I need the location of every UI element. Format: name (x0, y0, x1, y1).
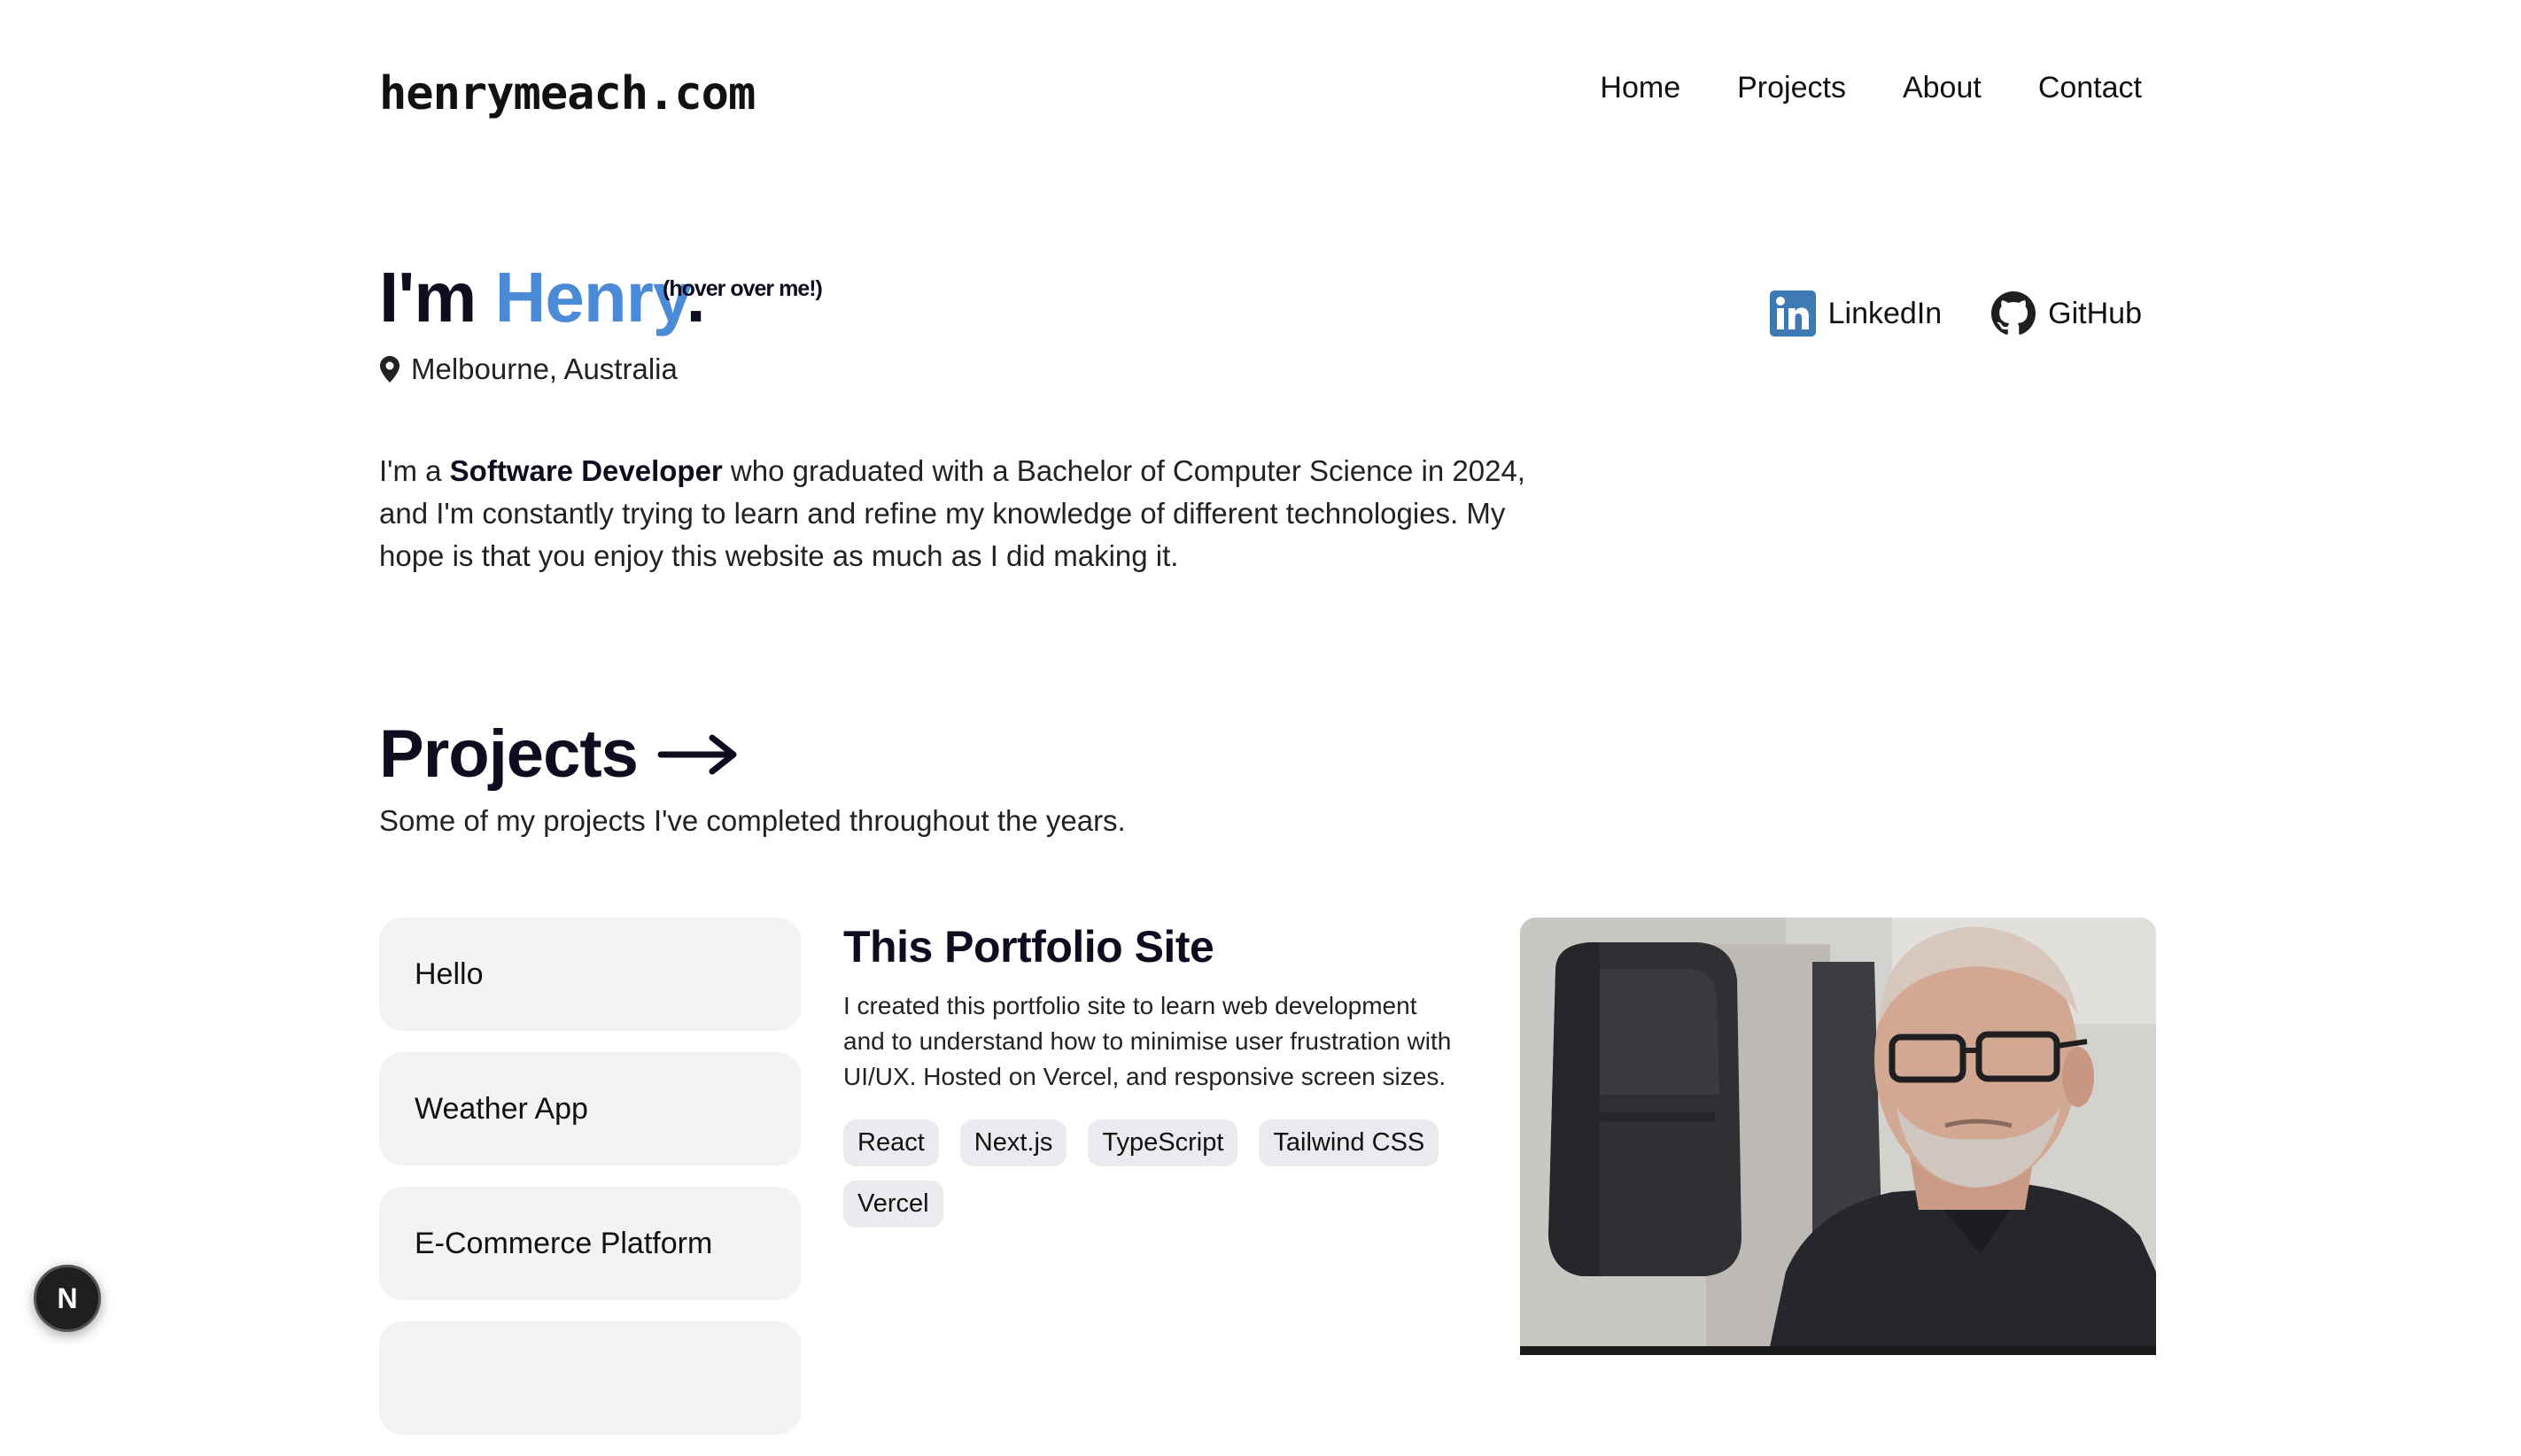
projects-heading[interactable]: Projects (379, 716, 739, 793)
hover-note: (hover over me!) (663, 276, 823, 301)
nav-projects[interactable]: Projects (1737, 71, 1846, 105)
project-detail-description: I created this portfolio site to learn w… (843, 992, 1452, 1090)
bio-paragraph: I'm a Software Developer who graduated w… (379, 450, 1575, 577)
tag-typescript: TypeScript (1088, 1119, 1238, 1166)
project-detail: This Portfolio Site I created this portf… (843, 921, 1463, 1228)
location-text: Melbourne, Australia (411, 352, 678, 385)
project-item-partial[interactable] (379, 1321, 801, 1435)
social-links: LinkedIn GitHub (1769, 290, 2142, 337)
project-item-e-commerce-platform[interactable]: E-Commerce Platform (379, 1187, 801, 1300)
nextjs-badge-icon[interactable]: N (34, 1265, 101, 1332)
nav-about[interactable]: About (1903, 71, 1982, 105)
linkedin-label: LinkedIn (1827, 296, 1943, 330)
arrow-right-icon (657, 732, 739, 777)
site-logo[interactable]: henrymeach.com (379, 67, 756, 120)
nav-home[interactable]: Home (1600, 71, 1680, 105)
github-link[interactable]: GitHub (1991, 291, 2142, 336)
project-preview-image (1520, 918, 2156, 1355)
tech-tags: React Next.js TypeScript Tailwind CSS Ve… (843, 1119, 1463, 1228)
tag-vercel: Vercel (843, 1181, 943, 1228)
tag-tailwind-css: Tailwind CSS (1259, 1119, 1439, 1166)
github-icon (1991, 291, 2036, 336)
projects-heading-text: Projects (379, 716, 639, 792)
intro-section: I'm Henry. (hover over me!) Melbourne, Au… (379, 262, 1619, 386)
intro-heading[interactable]: I'm Henry. (hover over me!) (379, 262, 823, 333)
project-item-weather-app[interactable]: Weather App (379, 1052, 801, 1166)
project-detail-title: This Portfolio Site (843, 922, 1214, 972)
bio-role: Software Developer (449, 454, 723, 487)
intro-heading-prefix: I'm (379, 258, 495, 337)
linkedin-link[interactable]: LinkedIn (1769, 290, 1943, 337)
tag-react: React (843, 1119, 939, 1166)
github-label: GitHub (2048, 296, 2142, 330)
projects-subtitle: Some of my projects I've completed throu… (379, 804, 1126, 837)
location-pin-icon (379, 355, 400, 383)
linkedin-icon (1769, 290, 1816, 337)
project-list: Hello Weather App E-Commerce Platform (379, 918, 801, 1456)
tag-nextjs: Next.js (959, 1119, 1067, 1166)
main-nav: Home Projects About Contact (1600, 71, 2142, 105)
project-item-hello[interactable]: Hello (379, 918, 801, 1031)
bio-prefix: I'm a (379, 454, 450, 487)
site-header: henrymeach.com Home Projects About Conta… (379, 62, 2142, 124)
nav-contact[interactable]: Contact (2038, 71, 2142, 105)
location: Melbourne, Australia (379, 352, 1619, 386)
intro-name[interactable]: Henry (495, 258, 687, 337)
